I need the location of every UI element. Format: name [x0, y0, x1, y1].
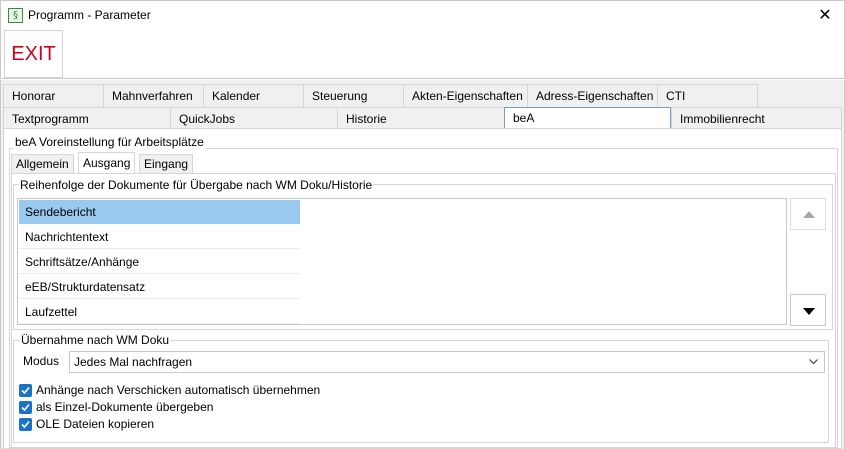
- checkmark-icon: [21, 386, 30, 395]
- ole-dateien-checkbox[interactable]: [19, 418, 32, 431]
- exit-button[interactable]: EXIT: [4, 30, 63, 78]
- tab-honorar[interactable]: Honorar: [3, 84, 104, 107]
- list-item[interactable]: eEB/Strukturdatensatz: [19, 275, 300, 299]
- tab-bea[interactable]: beA: [504, 107, 671, 130]
- title-bar: § Programm - Parameter ✕: [0, 0, 845, 30]
- anhaenge-checkbox[interactable]: [19, 384, 32, 397]
- tab-akten-eigenschaften[interactable]: Akten-Eigenschaften: [403, 84, 528, 107]
- tab-mahnverfahren[interactable]: Mahnverfahren: [103, 84, 204, 107]
- checkbox-label: Anhänge nach Verschicken automatisch übe…: [36, 383, 321, 397]
- modus-value: Jedes Mal nachfragen: [74, 355, 193, 369]
- bea-group-title: beA Voreinstellung für Arbeitsplätze: [14, 135, 205, 149]
- tab-adress-eigenschaften[interactable]: Adress-Eigenschaften: [527, 84, 658, 107]
- checkbox-label: als Einzel-Dokumente übergeben: [36, 400, 214, 414]
- list-item[interactable]: Sendebericht: [19, 200, 300, 224]
- checkmark-icon: [21, 420, 30, 429]
- list-item[interactable]: Laufzettel: [19, 300, 300, 324]
- app-icon: §: [8, 8, 23, 23]
- tab-quickjobs[interactable]: QuickJobs: [170, 107, 338, 130]
- checkmark-icon: [21, 403, 30, 412]
- subtab-eingang[interactable]: Eingang: [139, 154, 194, 174]
- move-up-button[interactable]: [790, 198, 826, 230]
- einzel-dokumente-checkbox[interactable]: [19, 401, 32, 414]
- order-group-title: Reihenfolge der Dokumente für Übergabe n…: [19, 178, 374, 192]
- close-button[interactable]: ✕: [814, 5, 836, 25]
- tab-cti[interactable]: CTI: [657, 84, 758, 107]
- checkbox-label: OLE Dateien kopieren: [36, 417, 155, 431]
- arrow-down-icon: [803, 308, 815, 315]
- document-order-list[interactable]: Sendebericht Nachrichtentext Schriftsätz…: [17, 198, 787, 325]
- modus-label: Modus: [23, 354, 60, 368]
- modus-select[interactable]: Jedes Mal nachfragen: [69, 351, 825, 373]
- list-item[interactable]: Nachrichtentext: [19, 225, 300, 249]
- subtab-allgemein[interactable]: Allgemein: [11, 154, 74, 174]
- arrow-up-icon: [803, 211, 815, 218]
- chevron-down-icon: [809, 359, 818, 365]
- uebernahme-group-title: Übernahme nach WM Doku: [20, 333, 171, 347]
- tab-kalender[interactable]: Kalender: [203, 84, 304, 107]
- tab-steuerung[interactable]: Steuerung: [303, 84, 404, 107]
- toolbar: EXIT: [0, 29, 845, 79]
- move-down-button[interactable]: [790, 294, 826, 326]
- tab-historie[interactable]: Historie: [337, 107, 505, 130]
- subtab-ausgang[interactable]: Ausgang: [78, 152, 136, 174]
- tab-textprogramm[interactable]: Textprogramm: [3, 107, 171, 130]
- window-title: Programm - Parameter: [28, 8, 151, 22]
- list-item[interactable]: Schriftsätze/Anhänge: [19, 250, 300, 274]
- tab-immobilienrecht[interactable]: Immobilienrecht: [671, 107, 842, 130]
